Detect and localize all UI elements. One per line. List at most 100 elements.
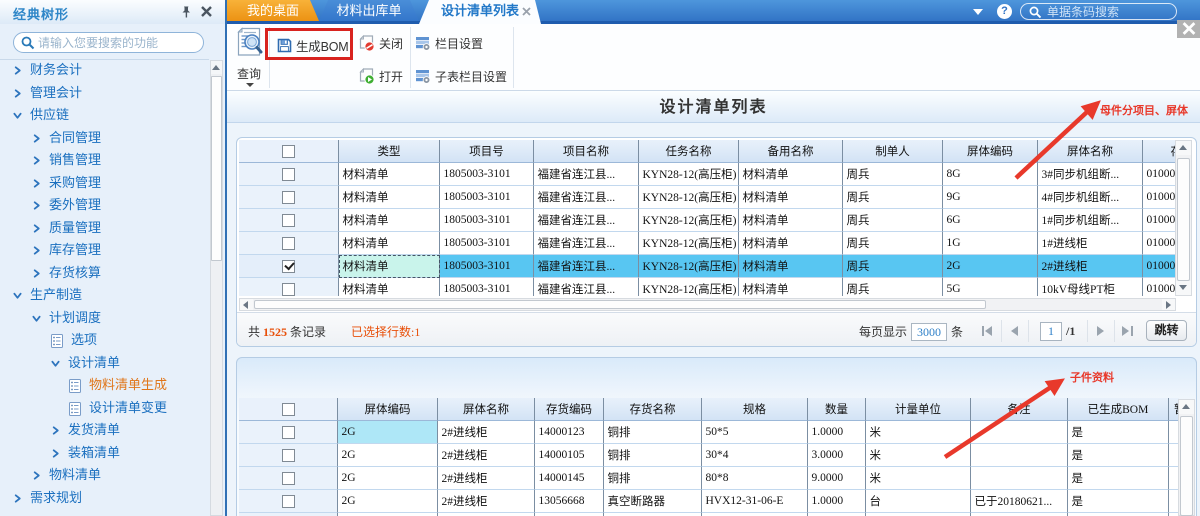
cell[interactable]: 2G xyxy=(338,421,438,444)
toolbar-dropdown-icon[interactable] xyxy=(973,9,983,15)
cell[interactable]: 周兵 xyxy=(843,209,943,232)
generate-bom-button[interactable]: 生成BOM xyxy=(277,36,348,55)
cell[interactable]: 材料清单 xyxy=(739,255,843,278)
cell[interactable]: 30*4 xyxy=(702,444,808,467)
cell[interactable]: 材料清单 xyxy=(339,255,440,278)
cell[interactable]: 010008 xyxy=(1143,232,1176,255)
cell[interactable]: 2G xyxy=(943,255,1038,278)
chevron-right-icon[interactable] xyxy=(32,269,41,278)
cell[interactable]: 3#同步机组断... xyxy=(1038,163,1143,186)
row-checkbox[interactable] xyxy=(282,191,295,204)
barcode-search-input[interactable] xyxy=(1047,4,1171,19)
column-settings-button[interactable]: 栏目设置 xyxy=(415,35,483,52)
cell[interactable]: 010008 xyxy=(1143,278,1176,296)
page-size-input[interactable]: 3000 xyxy=(911,323,947,341)
column-header[interactable]: 屏体编码 xyxy=(943,140,1038,163)
cell[interactable]: 010008 xyxy=(1143,255,1176,278)
tree-node[interactable]: 库存管理 xyxy=(0,239,209,262)
cell[interactable]: 2G xyxy=(338,467,438,490)
chevron-right-icon[interactable] xyxy=(13,89,22,98)
master-table-vscrollbar[interactable] xyxy=(1175,140,1192,296)
cell[interactable]: 材料清单 xyxy=(339,186,440,209)
tree-node[interactable]: 生产制造 xyxy=(0,284,209,307)
select-all-checkbox[interactable] xyxy=(282,145,295,158)
column-header[interactable]: 存货名称 xyxy=(604,398,702,421)
pin-icon[interactable] xyxy=(179,5,193,19)
cell[interactable]: 福建省连江县... xyxy=(534,255,639,278)
scroll-down-button[interactable] xyxy=(1176,281,1191,295)
table-row[interactable]: 2G2#进线柜14000123铜排50*51.0000米是 xyxy=(239,421,1179,444)
chevron-down-icon[interactable] xyxy=(13,111,22,120)
tree-node[interactable]: 供应链 xyxy=(0,104,209,127)
cell[interactable]: 米 xyxy=(866,421,971,444)
cell[interactable]: 周兵 xyxy=(843,232,943,255)
cell[interactable]: 1805003-3101 xyxy=(440,209,534,232)
child-table-vscrollbar[interactable] xyxy=(1178,399,1195,516)
row-checkbox[interactable] xyxy=(282,426,295,439)
sidebar-search-input[interactable] xyxy=(38,34,198,51)
column-header[interactable]: 类型 xyxy=(339,140,440,163)
current-page-input[interactable]: 1 xyxy=(1040,322,1062,341)
cell[interactable]: 50*5 xyxy=(702,421,808,444)
cell[interactable]: 2#进线柜 xyxy=(1038,255,1143,278)
cell[interactable]: 材料清单 xyxy=(739,232,843,255)
tab-my-desktop[interactable]: 我的桌面 xyxy=(227,0,319,21)
cell[interactable]: 周兵 xyxy=(843,255,943,278)
tree-node[interactable]: 财务会计 xyxy=(0,59,209,82)
select-all-checkbox[interactable] xyxy=(282,403,295,416)
cell[interactable]: 福建省连江县... xyxy=(534,278,639,296)
cell[interactable]: 材料清单 xyxy=(339,278,440,296)
cell[interactable]: 2#进线柜 xyxy=(438,490,535,513)
chevron-down-icon[interactable] xyxy=(51,359,60,368)
cell[interactable]: 真空断路器 xyxy=(604,490,702,513)
table-row[interactable]: 2G2#进线柜13056668真空断路器HVX12-31-06-E1.0000台… xyxy=(239,490,1179,513)
cell[interactable]: 1805003-3101 xyxy=(440,186,534,209)
table-row[interactable]: 材料清单1805003-3101福建省连江县...KYN28-12(高压柜)材料… xyxy=(239,209,1176,232)
tree-node[interactable]: 合同管理 xyxy=(0,127,209,150)
column-header[interactable]: 屏体名称 xyxy=(438,398,535,421)
tree-node[interactable]: 发货清单 xyxy=(0,419,209,442)
tree-node[interactable]: 管理会计 xyxy=(0,82,209,105)
scroll-up-button[interactable] xyxy=(1179,400,1194,414)
chevron-right-icon[interactable] xyxy=(51,449,60,458)
cell[interactable]: 4#同步机组断... xyxy=(1038,186,1143,209)
row-checkbox[interactable] xyxy=(282,472,295,485)
cell[interactable]: 80*8 xyxy=(702,467,808,490)
cell[interactable]: 周兵 xyxy=(843,186,943,209)
chevron-right-icon[interactable] xyxy=(32,156,41,165)
cell[interactable]: 1#进线柜 xyxy=(1038,232,1143,255)
chevron-down-icon[interactable] xyxy=(13,291,22,300)
column-header[interactable]: 屏体编码 xyxy=(338,398,438,421)
next-page-button[interactable] xyxy=(1095,325,1107,337)
cell[interactable]: 2G xyxy=(338,444,438,467)
row-checkbox[interactable] xyxy=(282,214,295,227)
cell[interactable]: KYN28-12(高压柜) xyxy=(639,186,739,209)
open-button[interactable]: 打开 xyxy=(359,68,403,85)
scrollbar-thumb[interactable] xyxy=(1177,158,1190,281)
cell[interactable]: 13056668 xyxy=(535,490,604,513)
column-header[interactable]: 备注 xyxy=(971,398,1068,421)
tab-material-outbound[interactable]: 材料出库单 xyxy=(319,0,419,21)
tree-node[interactable]: 设计清单变更 xyxy=(0,397,209,420)
column-header[interactable]: 数量 xyxy=(808,398,866,421)
cell[interactable]: KYN28-12(高压柜) xyxy=(639,232,739,255)
scrollbar-thumb[interactable] xyxy=(211,76,222,261)
cell[interactable]: 2#进线柜 xyxy=(438,444,535,467)
cell[interactable]: 6G xyxy=(943,209,1038,232)
cell[interactable]: KYN28-12(高压柜) xyxy=(639,209,739,232)
cell[interactable]: 8G xyxy=(943,163,1038,186)
cell[interactable]: 9.0000 xyxy=(808,467,866,490)
cell[interactable]: 010008 xyxy=(1143,186,1176,209)
cell[interactable]: 1.0000 xyxy=(808,421,866,444)
cell[interactable]: 2G xyxy=(338,490,438,513)
tree-node[interactable]: 质量管理 xyxy=(0,217,209,240)
column-header[interactable]: 屏体名称 xyxy=(1038,140,1143,163)
cell[interactable]: 是 xyxy=(1068,467,1169,490)
cell[interactable]: 10kV母线PT柜 xyxy=(1038,278,1143,296)
sidebar-close-icon[interactable] xyxy=(200,5,213,18)
query-button[interactable]: 查询 xyxy=(232,27,266,87)
cell[interactable]: 福建省连江县... xyxy=(534,186,639,209)
table-row[interactable]: 材料清单1805003-3101福建省连江县...KYN28-12(高压柜)材料… xyxy=(239,278,1176,296)
column-header[interactable]: 已生成BOM xyxy=(1068,398,1169,421)
chevron-right-icon[interactable] xyxy=(13,494,22,503)
